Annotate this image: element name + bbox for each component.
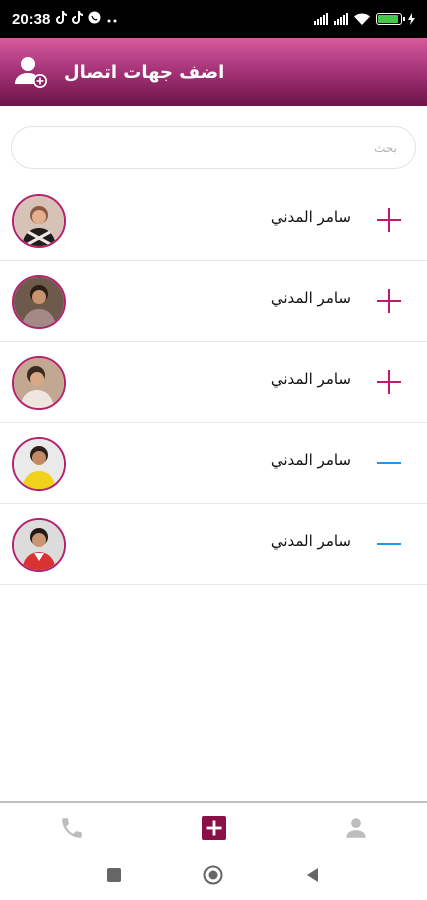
contact-row[interactable]: سامر المدني xyxy=(0,342,427,423)
more-dots-icon xyxy=(106,12,118,26)
recent-apps-button[interactable] xyxy=(104,867,124,887)
tiktok-icon xyxy=(72,11,84,27)
add-contact-icon[interactable] xyxy=(14,54,50,90)
page-title: اضف جهات اتصال xyxy=(64,61,225,83)
search-input[interactable] xyxy=(12,127,415,168)
avatar xyxy=(12,194,66,248)
search-box xyxy=(11,126,416,169)
screen: 20:38 اضف جهات اتصال بحث سامر المدني سام… xyxy=(0,0,427,900)
tiktok-icon xyxy=(56,11,68,27)
home-button[interactable] xyxy=(203,865,223,889)
charging-icon xyxy=(408,10,415,29)
contact-name: سامر المدني xyxy=(270,370,351,388)
bottom-nav xyxy=(0,801,427,853)
add-contact-button[interactable] xyxy=(377,289,401,313)
add-contact-button[interactable] xyxy=(377,370,401,394)
back-button[interactable] xyxy=(303,867,323,887)
remove-contact-button[interactable] xyxy=(377,451,401,475)
back-icon xyxy=(305,867,321,887)
status-notification-icons xyxy=(56,11,118,27)
recent-apps-icon xyxy=(106,867,122,887)
status-time: 20:38 xyxy=(12,10,51,28)
avatar xyxy=(12,275,66,329)
contact-list: سامر المدني سامر المدني سامر المدني سامر… xyxy=(0,180,427,585)
nav-add-contact[interactable] xyxy=(199,815,229,845)
avatar xyxy=(12,518,66,572)
wifi-icon xyxy=(354,10,370,29)
person-icon xyxy=(343,815,369,845)
contact-name: سامر المدني xyxy=(270,532,351,550)
status-system-icons xyxy=(314,10,415,29)
system-nav xyxy=(0,853,427,900)
contact-name: سامر المدني xyxy=(270,208,351,226)
home-icon xyxy=(203,865,223,889)
whatsapp-icon xyxy=(88,11,101,27)
contact-name: سامر المدني xyxy=(270,451,351,469)
app-bar: اضف جهات اتصال xyxy=(0,38,427,106)
contact-row[interactable]: سامر المدني xyxy=(0,504,427,585)
status-bar: 20:38 xyxy=(0,0,427,38)
contact-row[interactable]: سامر المدني xyxy=(0,423,427,504)
remove-contact-button[interactable] xyxy=(377,532,401,556)
avatar xyxy=(12,356,66,410)
signal-icon xyxy=(334,13,348,25)
contact-row[interactable]: سامر المدني xyxy=(0,261,427,342)
nav-profile[interactable] xyxy=(341,815,371,845)
phone-icon xyxy=(59,815,85,845)
avatar xyxy=(12,437,66,491)
nav-calls[interactable] xyxy=(57,815,87,845)
add-contact-button[interactable] xyxy=(377,208,401,232)
signal-icon xyxy=(314,13,328,25)
contact-row[interactable]: سامر المدني xyxy=(0,180,427,261)
add-box-icon xyxy=(201,815,227,845)
battery-icon xyxy=(376,13,405,25)
contact-name: سامر المدني xyxy=(270,289,351,307)
